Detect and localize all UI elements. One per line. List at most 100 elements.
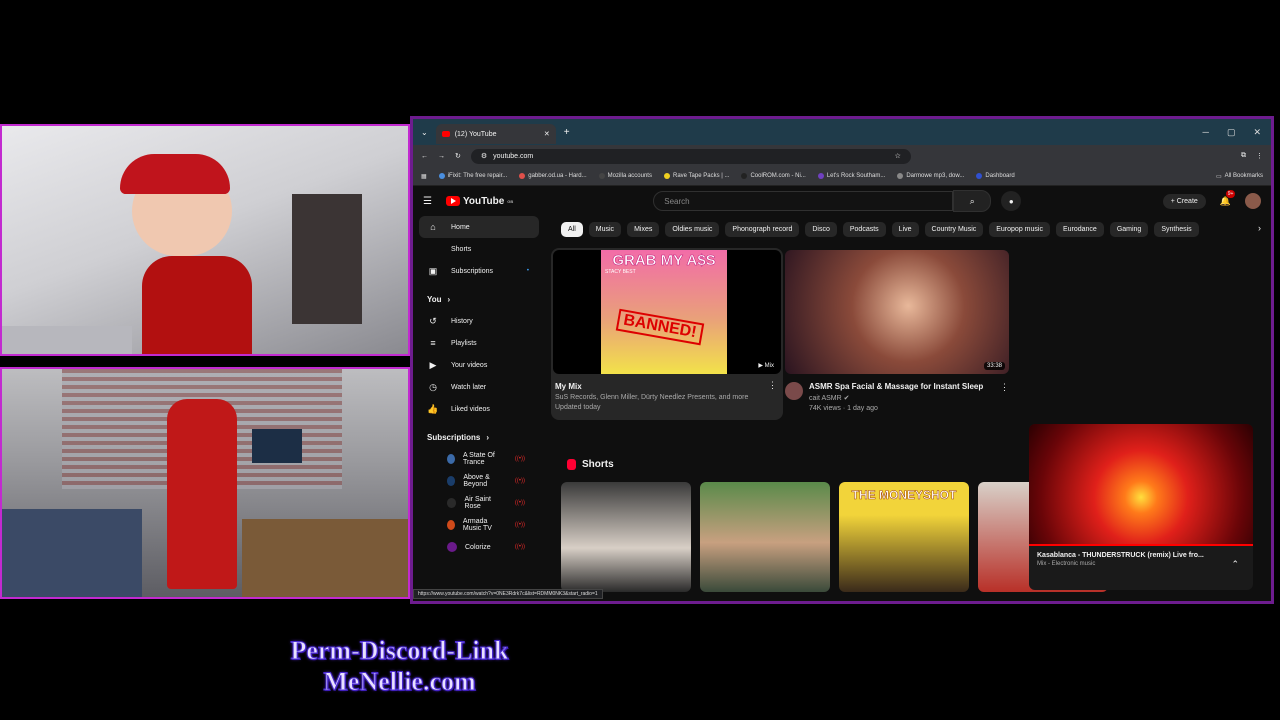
more-options-icon[interactable]: ⋮ (1000, 382, 1009, 393)
tab-list-icon[interactable]: ⌄ (421, 128, 428, 137)
sidebar-item-liked-videos[interactable]: 👍 Liked videos (419, 398, 539, 420)
maximize-icon[interactable]: ▢ (1227, 127, 1236, 138)
drawers (2, 509, 142, 597)
chip[interactable]: Country Music (924, 222, 984, 237)
site-info-icon[interactable]: ⚙ (481, 152, 487, 160)
you-section-header[interactable]: You › (419, 288, 539, 310)
minimize-icon[interactable]: ─ (1203, 127, 1209, 138)
sidebar-item-playlists[interactable]: ≡ Playlists (419, 332, 539, 354)
voice-search-button[interactable]: ● (1001, 191, 1022, 211)
account-avatar[interactable] (1245, 193, 1261, 209)
chip[interactable]: Podcasts (842, 222, 886, 237)
subscriptions-icon: ▣ (428, 265, 438, 276)
video-title[interactable]: My Mix (555, 382, 781, 391)
bookmark-item[interactable]: gabber.od.ua - Hard... (519, 173, 587, 179)
progress-bar[interactable] (1029, 544, 1253, 546)
chip[interactable]: Oldies music (665, 222, 720, 237)
chip[interactable]: Disco (805, 222, 837, 237)
channel-avatar[interactable] (785, 382, 803, 400)
back-icon[interactable]: ← (421, 153, 428, 160)
subscription-item[interactable]: Above & Beyond ((•)) (419, 470, 539, 492)
video-stats: 74K views · 1 day ago (809, 405, 878, 412)
subscription-item[interactable]: A State Of Trance ((•)) (419, 448, 539, 470)
channel-name[interactable]: cait ASMR ✔ (809, 394, 983, 402)
chip[interactable]: Synthesis (1154, 222, 1199, 237)
new-tab-icon[interactable]: + (564, 127, 570, 138)
forward-icon[interactable]: → (438, 153, 445, 160)
bookmark-item[interactable]: Rave Tape Packs | ... (663, 173, 729, 179)
subscription-item[interactable]: Armada Music TV ((•)) (419, 514, 539, 536)
chip[interactable]: Europop music (989, 222, 1050, 237)
bookmark-item[interactable]: iFixit: The free repair... (438, 173, 507, 179)
chip[interactable]: Mixes (627, 222, 660, 237)
santa-hat (120, 154, 230, 194)
chips-next-icon[interactable]: › (1258, 223, 1261, 233)
address-bar-row: ← → ↻ ⚙ youtube.com ☆ ⧉ ⋮ (413, 145, 1271, 167)
short-card[interactable] (561, 482, 691, 592)
miniplayer-subtitle: Mix - Electronic music (1037, 561, 1096, 567)
channel-avatar (447, 520, 455, 530)
miniplayer[interactable]: Kasablanca - THUNDERSTRUCK (remix) Live … (1029, 424, 1253, 590)
subscription-item[interactable]: Colorize ((•)) (419, 536, 539, 558)
overlay-discord-text: Perm-Discord-Link (290, 636, 509, 666)
chip[interactable]: Music (588, 222, 622, 237)
filter-chips: All Music Mixes Oldies music Phonograph … (561, 222, 1251, 237)
chip[interactable]: Live (891, 222, 919, 237)
bookmark-item[interactable]: CoolROM.com - Ni... (741, 173, 806, 179)
video-thumbnail[interactable]: GRAB MY A$S STACY BEST BANNED! ▶ Mix (553, 250, 781, 374)
live-icon: ((•)) (514, 478, 525, 484)
close-window-icon[interactable]: ✕ (1253, 127, 1261, 138)
miniplayer-title[interactable]: Kasablanca - THUNDERSTRUCK (remix) Live … (1029, 546, 1253, 559)
chevron-right-icon: › (486, 432, 490, 442)
subscription-item[interactable]: Air Saint Rose ((•)) (419, 492, 539, 514)
sidebar-item-shorts[interactable]: Shorts (419, 238, 539, 260)
video-title[interactable]: ASMR Spa Facial & Massage for Instant Sl… (809, 382, 983, 391)
sidebar-item-history[interactable]: ↺ History (419, 310, 539, 332)
tab-strip: ⌄ (12) YouTube ✕ + ─ ▢ ✕ (413, 119, 1271, 145)
bookmark-star-icon[interactable]: ☆ (895, 152, 901, 160)
sidebar-item-watch-later[interactable]: ◷ Watch later (419, 376, 539, 398)
bookmarks-bar: ▦ iFixit: The free repair... gabber.od.u… (413, 167, 1271, 186)
chip[interactable]: Phonograph record (725, 222, 800, 237)
close-tab-icon[interactable]: ✕ (544, 130, 550, 138)
sidebar-item-subscriptions[interactable]: ▣ Subscriptions • (419, 260, 539, 282)
apps-icon[interactable]: ▦ (421, 173, 427, 180)
search-input[interactable]: Search (653, 191, 954, 211)
banned-stamp: BANNED! (615, 308, 705, 346)
sidebar-item-home[interactable]: ⌂ Home (419, 216, 539, 238)
bookmark-item[interactable]: Let's Rock Southam... (817, 173, 885, 179)
video-thumbnail[interactable]: 33:38 (785, 250, 1009, 374)
subscriptions-section-header[interactable]: Subscriptions › (419, 426, 539, 448)
menu-dots-icon[interactable]: ⋮ (1256, 152, 1263, 160)
bookmark-item[interactable]: Darmowe mp3, dow... (897, 173, 964, 179)
tab-youtube[interactable]: (12) YouTube ✕ (435, 124, 556, 144)
video-card-asmr[interactable]: 33:38 ASMR Spa Facial & Massage for Inst… (785, 250, 1009, 412)
bookmark-item[interactable]: Dashboard (976, 173, 1015, 179)
short-card[interactable]: THE MONEYSHOT (839, 482, 969, 592)
create-button[interactable]: + Create (1162, 193, 1206, 209)
url-field[interactable]: ⚙ youtube.com ☆ (470, 148, 911, 164)
video-card-my-mix[interactable]: GRAB MY A$S STACY BEST BANNED! ▶ Mix My … (551, 248, 783, 420)
extensions-icon[interactable]: ⧉ (1241, 152, 1246, 160)
video-meta: SuS Records, Glenn Miller, Dürty Needlez… (555, 394, 749, 401)
bookmark-item[interactable]: Mozilla accounts (598, 173, 652, 179)
short-caption: THE MONEYSHOT (851, 488, 957, 503)
youtube-logo[interactable]: YouTube GB (445, 196, 513, 207)
your-videos-icon: ▶ (429, 359, 437, 370)
chip[interactable]: Gaming (1109, 222, 1149, 237)
notifications-button[interactable]: 🔔 9+ (1220, 189, 1236, 207)
chip-all[interactable]: All (561, 222, 583, 237)
miniplayer-video[interactable] (1029, 424, 1253, 546)
hamburger-menu-icon[interactable]: ☰ (423, 196, 432, 207)
webcam-bottom (0, 367, 410, 599)
chip[interactable]: Eurodance (1055, 222, 1104, 237)
reload-icon[interactable]: ↻ (455, 152, 461, 160)
all-bookmarks[interactable]: ▭ All Bookmarks (1216, 173, 1263, 180)
more-options-icon[interactable]: ⋮ (768, 380, 777, 391)
search-button[interactable]: ⌕ (953, 190, 992, 212)
watch-later-icon: ◷ (429, 381, 437, 392)
short-card[interactable] (700, 482, 830, 592)
sidebar-item-your-videos[interactable]: ▶ Your videos (419, 354, 539, 376)
expand-icon[interactable]: ⌃ (1231, 559, 1239, 570)
channel-avatar (447, 454, 455, 464)
